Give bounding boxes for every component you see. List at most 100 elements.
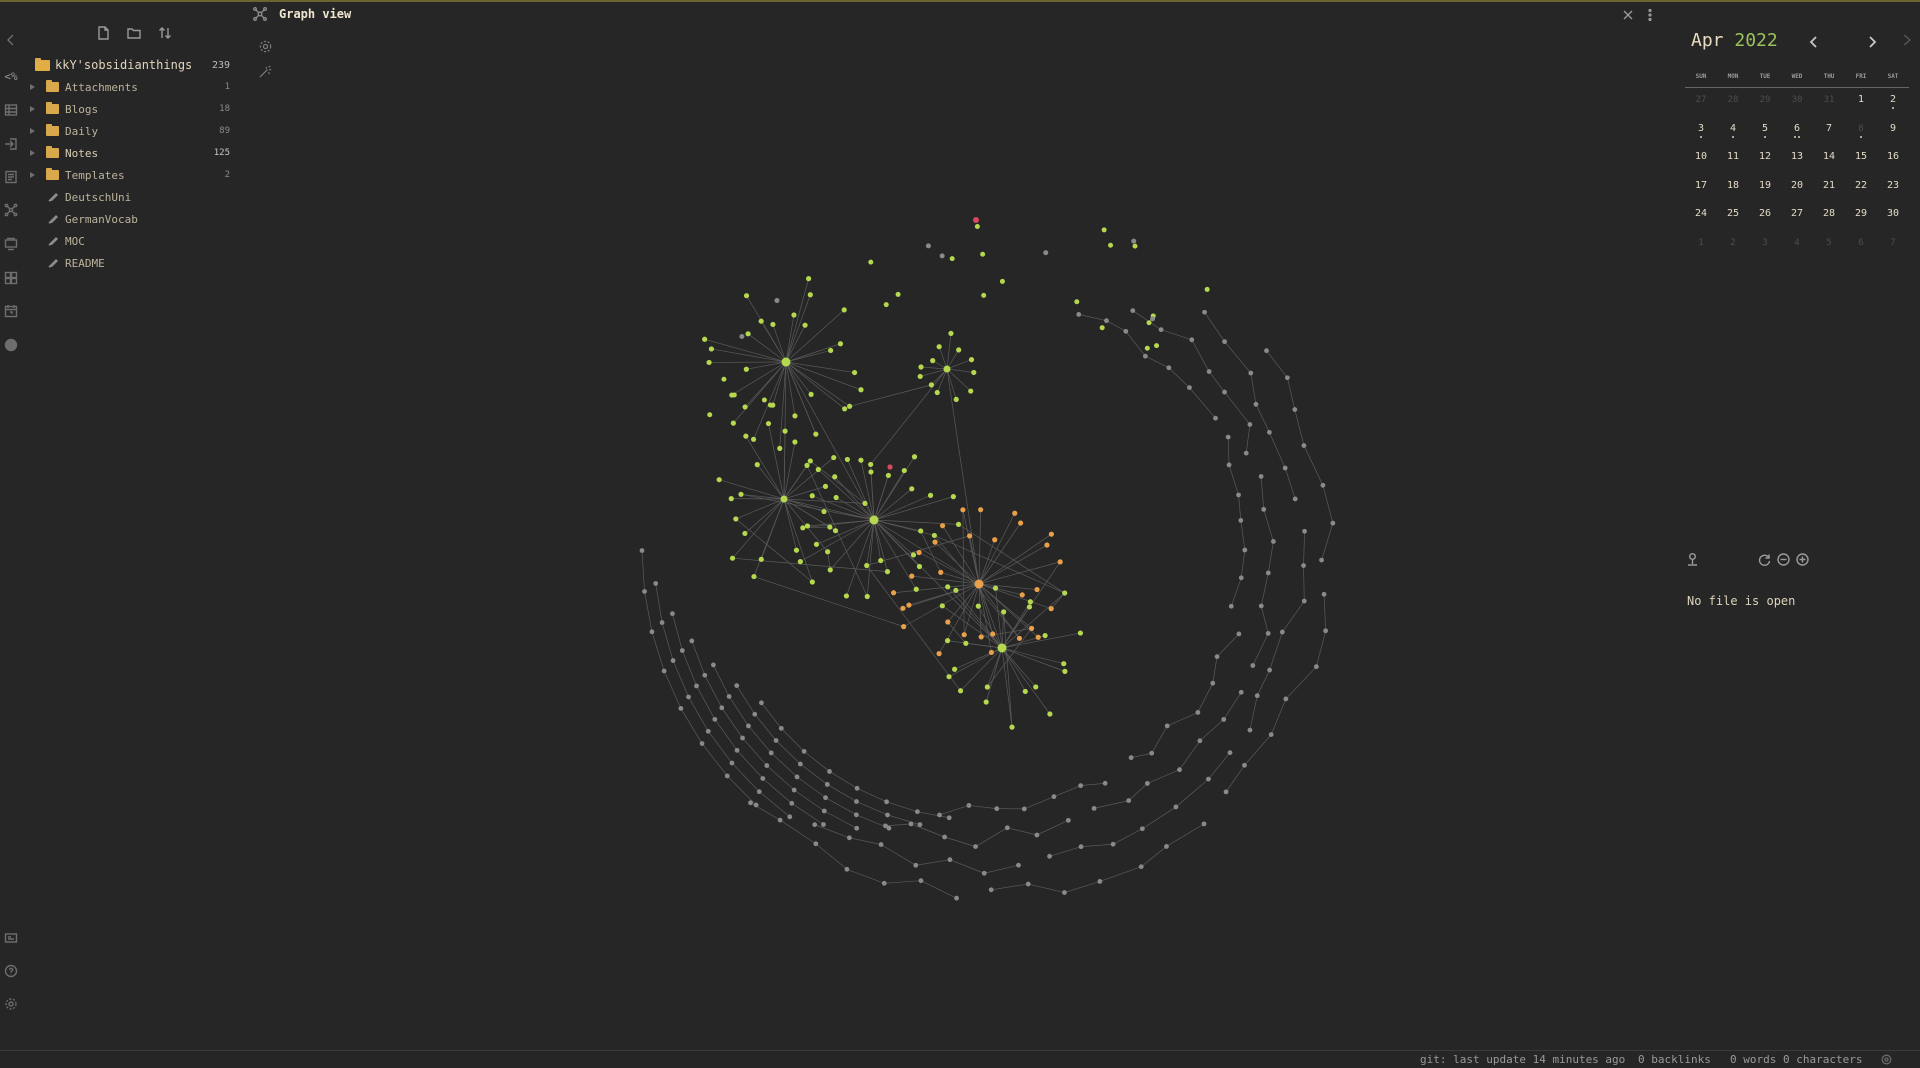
graph-node[interactable] [743, 293, 750, 299]
graph-node[interactable] [706, 359, 712, 366]
calendar-day[interactable]: 28 [1717, 88, 1749, 117]
graph-node[interactable] [1077, 630, 1084, 636]
graph-node[interactable] [1126, 798, 1132, 804]
graph-node[interactable] [883, 302, 889, 308]
calendar-day[interactable]: 9 [1877, 117, 1909, 146]
graph-node[interactable] [831, 454, 837, 461]
more-options-icon[interactable] [1643, 7, 1657, 22]
graph-node[interactable] [1283, 696, 1289, 702]
graph-node[interactable] [1321, 591, 1327, 597]
graph-node[interactable] [911, 454, 918, 460]
graph-node[interactable] [1048, 605, 1054, 612]
graph-node[interactable] [968, 388, 974, 394]
calendar-day[interactable]: 19 [1749, 174, 1781, 203]
graph-node[interactable] [756, 789, 762, 795]
chevron-left-icon[interactable] [1808, 34, 1820, 48]
graph-node[interactable] [1301, 443, 1307, 448]
graph-node[interactable] [994, 806, 1000, 812]
graph-node[interactable] [915, 809, 920, 815]
calendar-day[interactable]: 22 [1845, 174, 1877, 203]
calendar-day[interactable]: 14 [1813, 145, 1845, 174]
graph-node[interactable] [942, 834, 948, 840]
graph-node[interactable] [721, 376, 727, 382]
graph-node[interactable] [956, 347, 962, 353]
graph-node[interactable] [807, 458, 813, 464]
graph-node[interactable] [884, 799, 889, 805]
expand-arrow-icon[interactable] [30, 172, 35, 178]
graph-node[interactable] [960, 507, 966, 513]
file-readme[interactable]: README [22, 253, 244, 273]
graph-node[interactable] [815, 466, 821, 473]
graph-node[interactable] [895, 291, 901, 297]
table-icon[interactable] [3, 102, 19, 118]
graph-node[interactable] [1271, 539, 1276, 544]
graph-node[interactable] [743, 366, 749, 372]
graph-node[interactable] [770, 321, 776, 328]
graph-icon[interactable] [3, 202, 19, 218]
pin-icon[interactable] [1685, 552, 1701, 568]
graph-node[interactable] [1214, 654, 1220, 660]
graph-node[interactable] [797, 761, 803, 767]
graph-node[interactable] [901, 624, 907, 630]
graph-node[interactable] [1074, 299, 1080, 305]
graph-node[interactable] [1187, 385, 1192, 390]
calendar-day[interactable]: 13 [1781, 145, 1813, 174]
graph-node[interactable] [946, 674, 952, 680]
graph-node[interactable] [760, 776, 766, 781]
graph-node[interactable] [832, 474, 838, 480]
graph-node[interactable] [844, 866, 850, 872]
graph-node[interactable] [791, 787, 797, 793]
graph-node[interactable] [1202, 309, 1207, 315]
graph-node[interactable] [1228, 603, 1234, 609]
graph-node[interactable] [936, 651, 942, 657]
graph-node[interactable] [813, 541, 820, 547]
graph-node[interactable] [978, 507, 984, 513]
graph-node[interactable] [797, 559, 803, 565]
graph-node[interactable] [670, 611, 675, 617]
graph-node[interactable] [868, 259, 874, 265]
calendar-day[interactable]: 7 [1877, 231, 1909, 260]
graph-node[interactable] [916, 549, 922, 556]
graph-node[interactable] [724, 773, 730, 779]
graph-node[interactable] [950, 494, 956, 500]
graph-node[interactable] [758, 318, 764, 324]
calendar-day[interactable]: 4 [1781, 231, 1813, 260]
graph-node[interactable] [858, 387, 864, 393]
graph-node[interactable] [1292, 407, 1298, 412]
enter-icon[interactable] [3, 136, 19, 152]
graph-node[interactable] [1154, 343, 1160, 349]
graph-node[interactable] [1139, 826, 1145, 832]
graph-node[interactable] [980, 251, 986, 257]
graph-node[interactable] [1062, 590, 1068, 596]
graph-node[interactable] [973, 844, 978, 850]
graph-node[interactable] [978, 634, 984, 640]
graph-node[interactable] [1264, 348, 1269, 354]
calendar-day[interactable]: 16 [1877, 145, 1909, 174]
graph-node[interactable] [1284, 375, 1290, 381]
graph-node[interactable] [858, 457, 864, 463]
graph-node[interactable] [974, 579, 984, 589]
graph-node[interactable] [868, 469, 874, 475]
graph-node[interactable] [1142, 353, 1148, 359]
obsidian-circle-icon[interactable] [3, 337, 19, 353]
graph-node[interactable] [955, 521, 962, 527]
calendar-day[interactable]: 5 [1813, 231, 1845, 260]
graph-node[interactable] [1313, 664, 1319, 670]
graph-node[interactable] [1248, 370, 1254, 376]
calendar-day[interactable]: 30 [1877, 202, 1909, 231]
graph-node[interactable] [746, 723, 751, 729]
graph-node[interactable] [1197, 738, 1203, 744]
graph-node[interactable] [927, 492, 934, 498]
graph-node[interactable] [1128, 755, 1134, 761]
graph-node[interactable] [930, 358, 936, 364]
graph-node[interactable] [832, 528, 839, 534]
graph-node[interactable] [906, 602, 912, 608]
calendar-day[interactable]: 17 [1685, 174, 1717, 203]
graph-node[interactable] [729, 760, 735, 766]
graph-node[interactable] [777, 817, 783, 823]
calendar-day[interactable]: 27 [1685, 88, 1717, 117]
folder-daily[interactable]: Daily 89 [22, 121, 244, 141]
graph-node[interactable] [1236, 492, 1241, 498]
graph-node[interactable] [953, 587, 959, 593]
graph-node[interactable] [1047, 853, 1052, 859]
